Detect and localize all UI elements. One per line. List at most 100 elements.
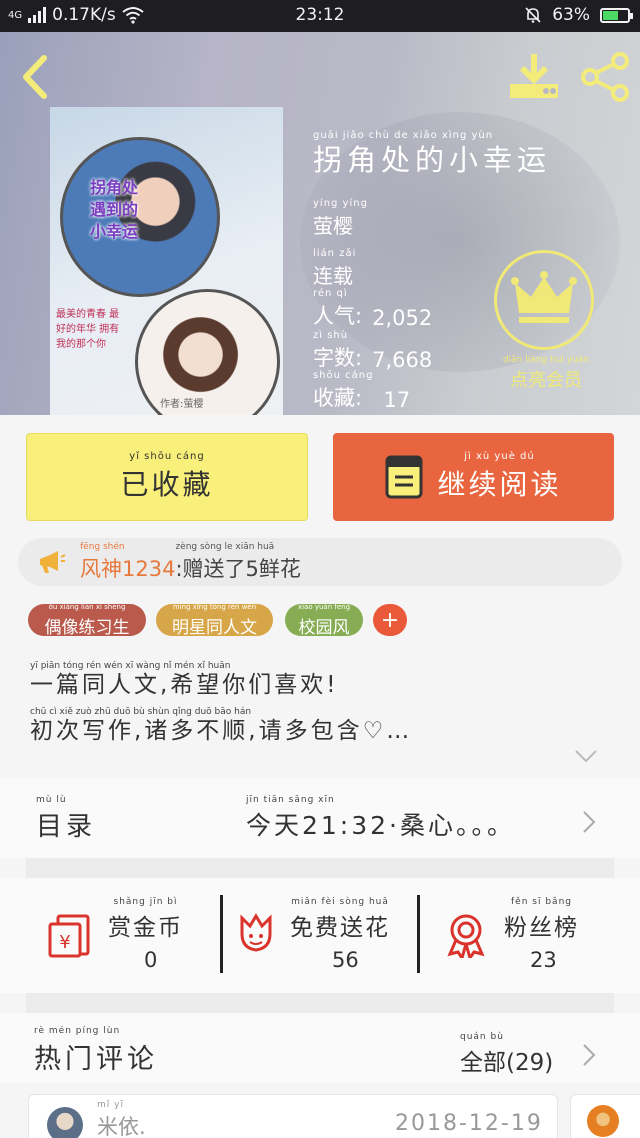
- words-pinyin: zì shù: [313, 330, 349, 341]
- comment-date: 2018-12-19: [395, 1111, 543, 1136]
- hot-comments-label: 热门评论: [34, 1044, 158, 1075]
- description-line-2-pinyin: chū cì xiě zuò zhū duō bù shùn qǐng duō …: [30, 707, 252, 717]
- tag-idol[interactable]: ǒu xiàng liàn xí shēng 偶像练习生: [28, 602, 146, 638]
- vip-text: 点亮会员: [510, 370, 582, 391]
- collected-pinyin: yǐ shōu cáng: [129, 451, 205, 462]
- svg-text:¥: ¥: [59, 932, 70, 953]
- share-icon[interactable]: [580, 52, 630, 102]
- battery-percent: 63%: [552, 5, 590, 25]
- book-description: yī piān tóng rén wén xī wàng nǐ mén xǐ h…: [30, 660, 590, 752]
- fans-label: 粉丝榜: [504, 915, 579, 941]
- read-label: 继续阅读: [437, 468, 562, 501]
- cover-subtitle: 最美的青春 最好的年华 拥有我的那个你: [56, 309, 120, 350]
- hot-comments-pinyin: rè mén píng lùn: [34, 1026, 121, 1036]
- book-title: guāi jiǎo chù de xiǎo xìng yùn 拐角处的小幸运: [313, 130, 551, 178]
- status-text: 连载: [313, 264, 353, 288]
- word-count-row: zì shù 字数: 7,668: [313, 330, 432, 372]
- add-tag-button[interactable]: +: [373, 604, 407, 636]
- collected-button[interactable]: yǐ shōu cáng 已收藏: [26, 433, 308, 521]
- gift-sender-pinyin: fēng shén: [80, 542, 125, 552]
- favorites-value: 17: [383, 388, 411, 412]
- all-comments-label: 全部(29): [460, 1050, 554, 1076]
- favorites-row: shōu cáng 收藏: 17: [313, 370, 410, 412]
- expand-chevron-icon[interactable]: [574, 748, 598, 764]
- author-pinyin: yíng yíng: [313, 198, 368, 209]
- section-divider: [26, 993, 614, 1013]
- reward-stats: ¥ shǎng jīn bì 赏金币 0 miǎn fèi sòng huā 免费送…: [0, 878, 640, 993]
- coins-pinyin: shǎng jīn bì: [113, 897, 178, 907]
- cover-title: 拐角处遇到的小幸运: [90, 178, 139, 241]
- all-comments-pinyin: quán bù: [460, 1032, 504, 1042]
- flowers-pinyin: miǎn fèi sòng huā: [291, 897, 389, 907]
- flower-icon: [240, 913, 272, 952]
- gift-sender: 风神1234: [80, 557, 176, 581]
- all-comments-link[interactable]: quán bù 全部(29): [460, 1031, 553, 1077]
- chevron-right-icon: [583, 1044, 596, 1066]
- toc-pinyin: mù lù: [36, 795, 67, 805]
- cover-portrait-girl: [135, 289, 280, 415]
- tag-celebrity-fanfic[interactable]: míng xīng tóng rén wén 明星同人文: [156, 602, 273, 638]
- favorites-pinyin: shōu cáng: [313, 370, 374, 381]
- download-icon[interactable]: [508, 52, 560, 100]
- stat-free-flowers[interactable]: miǎn fèi sòng huā 免费送花 56: [236, 892, 406, 978]
- popularity-pinyin: rén qì: [313, 288, 348, 299]
- tag-campus-pinyin: xiào yuán fēng: [297, 602, 351, 611]
- collected-label: 已收藏: [120, 468, 214, 501]
- battery-fill: [603, 10, 618, 20]
- description-line-1: yī piān tóng rén wén xī wàng nǐ mén xǐ h…: [30, 660, 590, 698]
- tag-campus[interactable]: xiào yuán fēng 校园风: [285, 602, 363, 638]
- tag-celebrity-pinyin: míng xīng tóng rén wén: [172, 602, 257, 611]
- vip-crown-button[interactable]: [494, 250, 594, 350]
- description-line-2-text: 初次写作,诸多不顺,请多包含♡…: [30, 718, 413, 744]
- vip-label[interactable]: diǎn liàng huì yuán 点亮会员: [496, 354, 596, 392]
- flowers-value: 56: [332, 948, 359, 972]
- gift-message-pinyin: zèng sòng le xiān huā: [175, 542, 275, 552]
- medal-icon: [447, 914, 485, 958]
- coins-value: 0: [144, 948, 158, 972]
- vip-pinyin: diǎn liàng huì yuán: [502, 355, 590, 365]
- book-title-text: 拐角处的小幸运: [313, 143, 552, 177]
- hot-comments-header: rè mén píng lùn 热门评论 quán bù 全部(29): [0, 1013, 640, 1083]
- status-right: 63%: [524, 5, 633, 25]
- toc-label: 目录: [36, 812, 97, 842]
- flowers-label: 免费送花: [290, 915, 390, 941]
- words-label: 字数:: [313, 346, 363, 370]
- stat-fan-ranking[interactable]: fěn sī bǎng 粉丝榜 23: [444, 892, 604, 978]
- battery-icon: [600, 7, 633, 23]
- book-status: lián zǎi 连载: [313, 248, 356, 289]
- popularity-row: rén qì 人气: 2,052: [313, 288, 432, 330]
- read-pinyin: jì xù yuè dú: [464, 451, 535, 462]
- chevron-right-icon: [583, 811, 596, 833]
- latest-chapter-pinyin: jīn tiān sāng xīn: [246, 795, 335, 805]
- avatar[interactable]: [47, 1107, 83, 1138]
- back-arrow-icon[interactable]: [14, 52, 54, 102]
- comment-user-pinyin: mǐ yī: [97, 1100, 124, 1110]
- flower-gift-banner[interactable]: fēng shén 风神1234 zèng sòng le xiān huā :赠送…: [18, 538, 622, 586]
- stat-coins[interactable]: ¥ shǎng jīn bì 赏金币 0: [48, 892, 208, 978]
- tag-campus-label: 校园风: [298, 617, 350, 638]
- words-value: 7,668: [372, 348, 433, 372]
- comment-card[interactable]: mǐ yī 米依. 2018-12-19: [28, 1094, 558, 1138]
- fans-value: 23: [530, 948, 557, 972]
- favorites-label: 收藏:: [313, 386, 363, 410]
- comment-user: 米依.: [97, 1115, 146, 1138]
- gift-message: :赠送了5鲜花: [175, 557, 301, 581]
- continue-reading-button[interactable]: jì xù yuè dú 继续阅读: [333, 433, 614, 521]
- book-icon: [385, 455, 423, 499]
- comment-card[interactable]: [570, 1094, 640, 1138]
- tag-celebrity-label: 明星同人文: [172, 617, 257, 638]
- latest-chapter: 今天21:32·桑心。。。: [246, 811, 515, 840]
- book-header: 拐角处遇到的小幸运 最美的青春 最好的年华 拥有我的那个你 作者:萤樱 guāi…: [0, 32, 640, 415]
- table-of-contents-row[interactable]: mù lù 目录 jīn tiān sāng xīn 今天21:32·桑心。。。: [0, 778, 640, 858]
- popularity-value: 2,052: [372, 306, 433, 330]
- tag-idol-pinyin: ǒu xiàng liàn xí shēng: [48, 602, 126, 611]
- fans-pinyin: fěn sī bǎng: [511, 897, 572, 907]
- stats-separator: [417, 895, 420, 973]
- book-cover[interactable]: 拐角处遇到的小幸运 最美的青春 最好的年华 拥有我的那个你 作者:萤樱: [50, 107, 283, 415]
- coins-label: 赏金币: [108, 915, 183, 941]
- description-line-2: chū cì xiě zuò zhū duō bù shùn qǐng duō …: [30, 706, 590, 744]
- author-name: 萤樱: [313, 214, 353, 238]
- book-author[interactable]: yíng yíng 萤樱: [313, 198, 368, 239]
- avatar[interactable]: [587, 1105, 619, 1137]
- red-envelope-icon: ¥: [48, 914, 90, 958]
